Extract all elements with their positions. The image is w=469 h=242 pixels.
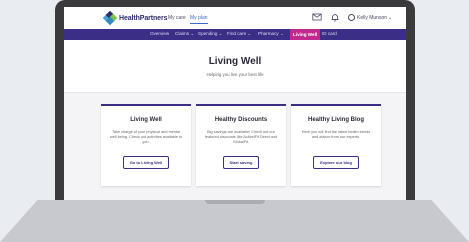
card-title: Living Well <box>130 117 162 123</box>
brand-logo[interactable]: HealthPartners <box>102 10 168 26</box>
nav-spending[interactable]: Spending ⌄ <box>198 31 223 37</box>
logo-icon <box>102 10 118 26</box>
card-title: Healthy Discounts <box>214 117 268 123</box>
laptop-base <box>0 200 469 242</box>
top-header: HealthPartners My care My plan Kelly Mun… <box>64 7 406 30</box>
browser-screen: HealthPartners My care My plan Kelly Mun… <box>64 7 406 200</box>
card-living-well: Living Well Take charge of your physical… <box>101 104 191 186</box>
go-to-living-well-button[interactable]: Go to Living Well <box>122 156 170 169</box>
link-my-care[interactable]: My care <box>168 15 186 21</box>
card-healthy-living-blog: Healthy Living Blog Here you will find t… <box>291 104 381 186</box>
nav-living-well[interactable]: Living Well <box>290 29 321 40</box>
card-text: Take charge of your physical and mental … <box>109 130 183 144</box>
link-my-plan[interactable]: My plan <box>190 15 208 24</box>
card-title: Healthy Living Blog <box>307 117 364 123</box>
user-icon <box>348 14 355 21</box>
user-menu[interactable]: Kelly Munson ⌄ <box>348 14 392 21</box>
chevron-down-icon: ⌄ <box>388 14 393 21</box>
page-hero: Living Well Helping you live your best l… <box>64 40 406 93</box>
nav-id-card[interactable]: ID card <box>322 31 337 36</box>
mail-icon[interactable] <box>312 12 322 22</box>
card-healthy-discounts: Healthy Discounts Big savings are availa… <box>196 104 286 186</box>
user-name: Kelly Munson <box>357 14 388 21</box>
start-saving-button[interactable]: Start saving <box>222 156 260 169</box>
nav-find-care[interactable]: Find care ⌄ <box>227 31 251 37</box>
main-nav: Overview Claims ⌄ Spending ⌄ Find care ⌄… <box>64 29 406 40</box>
page-subtitle: Helping you live your best life <box>206 72 264 77</box>
nav-overview[interactable]: Overview <box>150 31 169 36</box>
nav-claims[interactable]: Claims ⌄ <box>175 31 194 37</box>
laptop-notch <box>205 200 265 204</box>
explore-blog-button[interactable]: Explore our blog <box>313 156 359 169</box>
bell-icon[interactable] <box>330 12 340 22</box>
nav-pharmacy[interactable]: Pharmacy ⌄ <box>258 31 284 37</box>
card-text: Big savings are available! Check out our… <box>204 130 278 144</box>
card-text: Here you will find the latest health tre… <box>301 130 371 139</box>
brand-name: HealthPartners <box>119 14 168 22</box>
page-title: Living Well <box>208 56 262 67</box>
